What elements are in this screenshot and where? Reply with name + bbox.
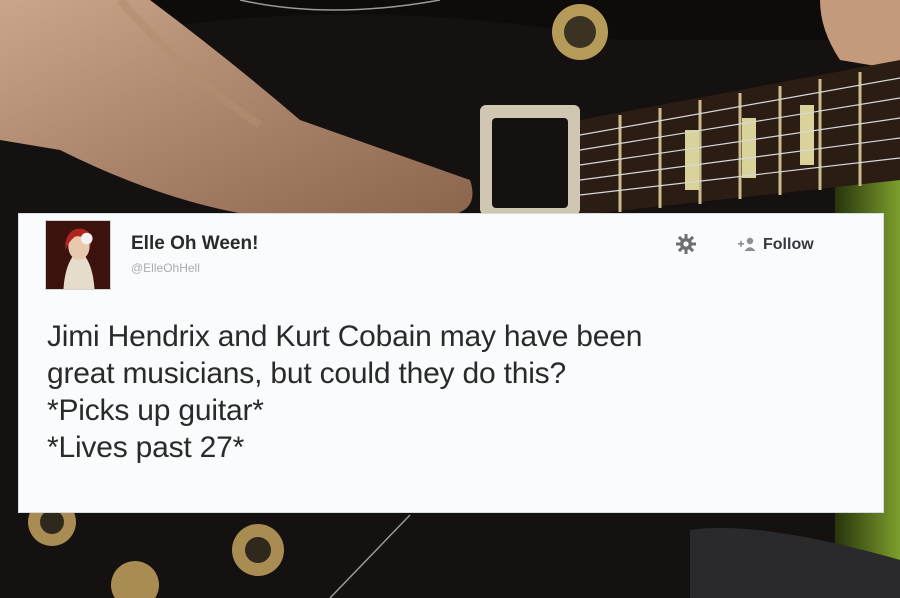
tweet-line: Jimi Hendrix and Kurt Cobain may have be… (47, 320, 643, 353)
tweet-text: Jimi Hendrix and Kurt Cobain may have be… (47, 318, 877, 466)
tweet-card: Elle Oh Ween! @ElleOhHell Follow Jimi He… (18, 213, 884, 513)
display-name[interactable]: Elle Oh Ween! (131, 233, 258, 255)
gear-icon[interactable] (675, 233, 697, 255)
tweet-line: *Lives past 27* (47, 431, 245, 464)
follow-button[interactable]: Follow (737, 234, 814, 256)
avatar[interactable] (45, 220, 111, 290)
meme-image: Elle Oh Ween! @ElleOhHell Follow Jimi He… (0, 0, 900, 598)
tweet-line: *Picks up guitar* (47, 394, 264, 427)
follow-label: Follow (763, 236, 814, 253)
user-handle[interactable]: @ElleOhHell (131, 261, 200, 275)
add-user-icon (738, 237, 756, 251)
tweet-line: great musicians, but could they do this? (47, 357, 566, 390)
